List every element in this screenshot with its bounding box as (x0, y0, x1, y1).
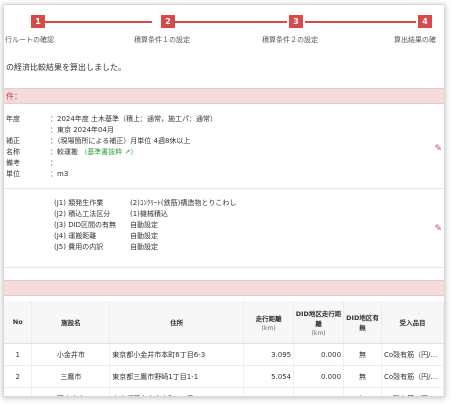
step-connector (175, 21, 287, 23)
cell-did-distance: 0.000 (293, 365, 345, 388)
condition-key: (J1) 類発生作業 (54, 199, 104, 207)
cell-item: Co殻有筋（円/... (381, 387, 444, 396)
col-header-item[interactable]: 受入品目 (381, 301, 444, 344)
table-row[interactable]: 3 西東京市 東京都西東京市南町5丁目6-13 5.862 0.000 無 Co… (4, 387, 444, 396)
table-header-row: No 施設名 住所 走行距離 (km) DID地区走行距離 (km) DID地区有無… (4, 301, 444, 344)
info-value: ：東京 2024年04月 (50, 126, 114, 134)
reference-link[interactable]: （基準書抜粋 ↗） (80, 148, 137, 156)
cell-item: Co殻有筋（円/... (381, 365, 444, 388)
cell-no: 1 (4, 343, 33, 366)
table-row[interactable]: 2 三鷹市 東京都三鷹市野崎1丁目1-1 5.054 0.000 無 Co殻有筋… (4, 365, 444, 388)
info-value: ： (50, 159, 57, 167)
step-3-label: 積算条件２の設定 (262, 36, 318, 44)
col-header-did-distance[interactable]: DID地区走行距離 (km) (293, 301, 345, 344)
cell-distance: 5.054 (243, 365, 295, 388)
cell-no: 2 (4, 365, 33, 388)
step-2-label: 積算条件１の設定 (134, 36, 190, 44)
cell-did: 無 (343, 343, 382, 366)
cell-name: 小金井市 (31, 343, 111, 366)
info-label: 名称 (6, 148, 20, 156)
section-header: 件： (4, 88, 444, 104)
cell-did: 無 (343, 365, 382, 388)
info-block: 年度 ：2024年度 土木基準（積上：通常，施工パ：通常） ：東京 2024年04… (4, 114, 444, 194)
step-3-number[interactable]: 3 (289, 15, 303, 28)
info-value: ：（現場箇所による補正）月単位 4週8休以上 (50, 137, 191, 145)
info-label: 年度 (6, 115, 20, 123)
condition-key: (J2) 積込工法区分 (54, 210, 111, 218)
cell-did-distance: 0.000 (293, 387, 345, 396)
cell-name: 三鷹市 (31, 365, 111, 388)
info-value: ：m3 (50, 170, 69, 178)
col-header-facility[interactable]: 施設名 (31, 301, 111, 344)
pencil-icon[interactable]: ✎ (434, 224, 442, 234)
section-title: 件： (6, 92, 22, 101)
info-value: ：較運搬 (50, 148, 78, 156)
col-header-no[interactable]: No (4, 301, 33, 344)
condition-key: (J4) 運搬距離 (54, 232, 97, 240)
col-header-address[interactable]: 住所 (109, 301, 245, 344)
cell-did-distance: 0.000 (293, 343, 345, 366)
cell-did: 無 (343, 387, 382, 396)
condition-value: 自動設定 (130, 243, 158, 251)
condition-key: (J3) DID区間の有無 (54, 221, 117, 229)
table-row[interactable]: 1 小金井市 東京都小金井市本町6丁目6-3 3.095 0.000 無 Co殻… (4, 343, 444, 366)
section-header (4, 280, 444, 296)
results-table: No 施設名 住所 走行距離 (km) DID地区走行距離 (km) DID地区有無… (4, 301, 444, 396)
col-header-did[interactable]: DID地区有無 (343, 301, 382, 344)
step-2-number[interactable]: 2 (161, 15, 175, 28)
cell-name: 西東京市 (31, 387, 111, 396)
result-message: の経済比較結果を算出しました。 (6, 63, 126, 72)
step-1-number[interactable]: 1 (31, 15, 45, 28)
info-label: 備考 (6, 159, 20, 167)
cell-no: 3 (4, 387, 33, 396)
result-page: 1 2 3 4 行ルートの確認 積算条件１の設定 積算条件２の設定 算出結果の確… (3, 4, 445, 397)
cell-item: Co殻有筋（円/... (381, 343, 444, 366)
conditions-block: (J1) 類発生作業 (2)ｺﾝｸﾘｰﾄ(鉄筋)構造物とりこわし (J2) 積込工… (4, 198, 444, 258)
info-label: 補正 (6, 137, 20, 145)
step-4-label: 算出結果の確 (394, 36, 436, 44)
cell-distance: 3.095 (243, 343, 295, 366)
divider (4, 267, 444, 268)
condition-value: (2)ｺﾝｸﾘｰﾄ(鉄筋)構造物とりこわし (130, 199, 237, 207)
step-connector (305, 21, 416, 23)
step-connector (41, 21, 152, 23)
cell-address: 東京都小金井市本町6丁目6-3 (109, 343, 245, 366)
condition-value: 自動設定 (130, 221, 158, 229)
info-value: ：2024年度 土木基準（積上：通常，施工パ：通常） (50, 115, 218, 123)
pencil-icon[interactable]: ✎ (434, 144, 442, 154)
progress-stepper: 1 2 3 4 行ルートの確認 積算条件１の設定 積算条件２の設定 算出結果の確 (4, 13, 444, 49)
step-4-number[interactable]: 4 (418, 15, 432, 28)
col-header-distance[interactable]: 走行距離 (km) (243, 301, 295, 344)
condition-key: (J5) 費用の内訳 (54, 243, 104, 251)
cell-address: 東京都西東京市南町5丁目6-13 (109, 387, 245, 396)
info-label: 単位 (6, 170, 20, 178)
cell-address: 東京都三鷹市野崎1丁目1-1 (109, 365, 245, 388)
cell-distance: 5.862 (243, 387, 295, 396)
step-1-label: 行ルートの確認 (5, 36, 54, 44)
condition-value: 自動設定 (130, 232, 158, 240)
condition-value: (1)機械積込 (130, 210, 168, 218)
divider (4, 188, 444, 189)
